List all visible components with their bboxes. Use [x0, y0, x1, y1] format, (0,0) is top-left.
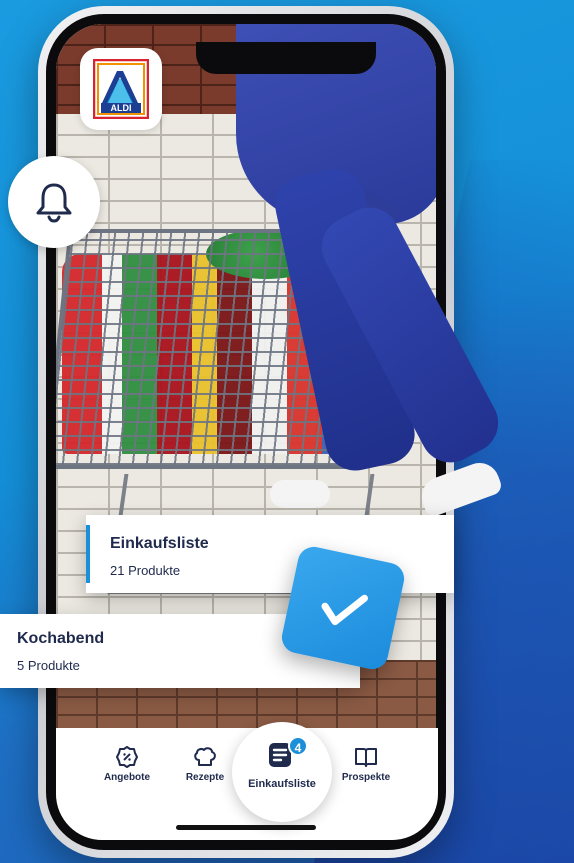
aldi-logo-icon: ALDI [93, 59, 149, 119]
book-icon [355, 748, 377, 767]
checkmark-icon [321, 594, 368, 626]
list-title: Einkaufsliste [110, 535, 209, 552]
list-product-count: 5 Produkte [17, 658, 80, 673]
card-accent [86, 525, 90, 583]
list-title: Kochabend [17, 630, 105, 647]
tab-einkaufsliste[interactable]: 4 Einkaufsliste [232, 722, 332, 822]
bottom-tab-bar: Angebote Rezepte 4 Einkaufsliste Prospek… [56, 722, 438, 840]
notification-button[interactable] [8, 156, 100, 248]
aldi-logo[interactable]: ALDI [80, 48, 162, 130]
bell-icon [36, 183, 72, 223]
tab-angebote[interactable]: Angebote [102, 746, 152, 783]
badge-percent-icon [116, 746, 138, 768]
tab-label: Rezepte [185, 772, 225, 783]
tab-label: Prospekte [341, 772, 391, 783]
tab-label: Angebote [103, 772, 151, 783]
list-product-count: 21 Produkte [110, 563, 181, 578]
checkmark-badge [278, 543, 408, 673]
list-count-badge: 4 [288, 736, 308, 756]
logo-text: ALDI [111, 103, 132, 113]
home-indicator [176, 825, 316, 830]
tab-rezepte[interactable]: Rezepte [180, 746, 230, 783]
chef-hat-icon [194, 747, 216, 766]
phone-notch [196, 42, 376, 74]
photo-shoe [270, 480, 330, 508]
tab-label: Einkaufsliste [248, 778, 316, 790]
tab-prospekte[interactable]: Prospekte [339, 746, 393, 783]
